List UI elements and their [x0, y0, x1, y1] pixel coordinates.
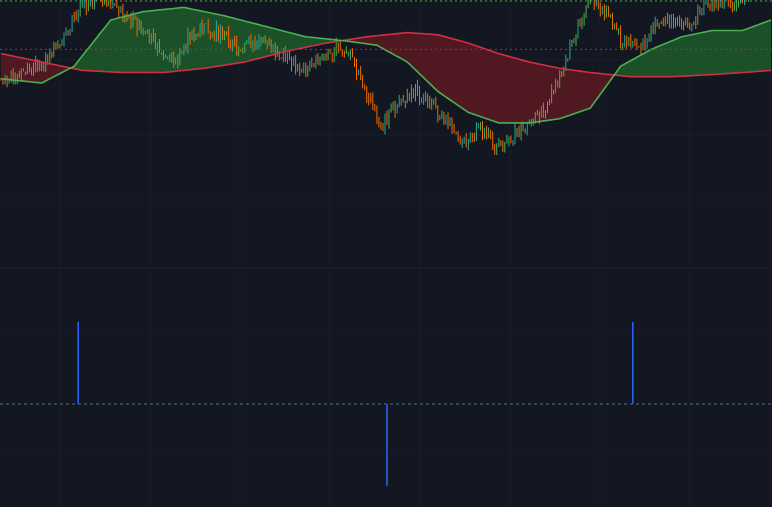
chart-root — [0, 0, 772, 507]
signal-pane — [0, 322, 772, 486]
chart-canvas — [0, 0, 772, 507]
